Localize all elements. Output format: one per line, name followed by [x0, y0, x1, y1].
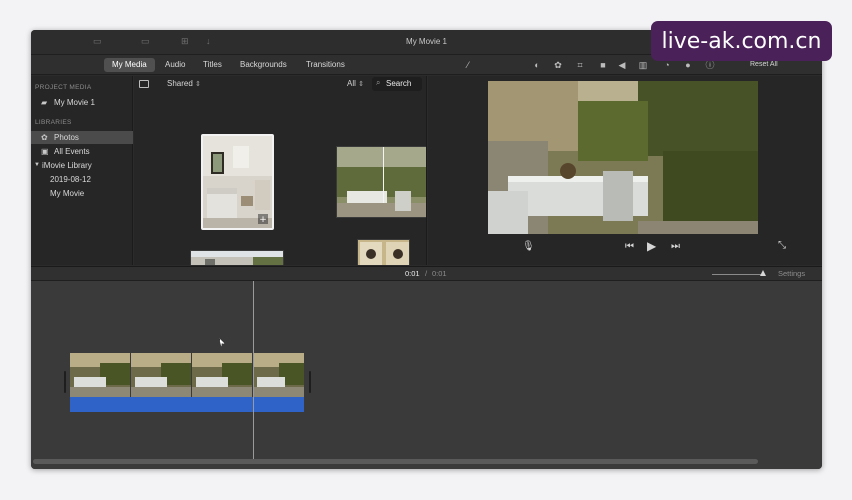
time-separator: / [425, 269, 428, 278]
sidebar-item-imovie-library[interactable]: ▼ iMovie Library [31, 159, 133, 172]
clapper-icon: ▰ [41, 98, 48, 107]
clip-frame [131, 353, 191, 397]
portrait-photo [358, 240, 409, 265]
microphone-icon[interactable]: 🎙︎ [522, 241, 535, 253]
viewer: 🎙︎ ⏮︎ ▶ ⏭︎ ⤡ [428, 76, 822, 265]
watermark-badge: live-ak.com.cn [651, 21, 832, 61]
skip-back-icon[interactable]: ⏮︎ [625, 241, 634, 253]
garden-terrace-frame [488, 81, 758, 234]
settings-button[interactable]: Settings [778, 269, 805, 278]
updown-chevron-icon: ⇕ [358, 81, 364, 88]
magic-wand-icon[interactable]: ⁄ [462, 59, 474, 71]
clip-frame [70, 353, 130, 397]
video-preview [488, 81, 758, 234]
fullscreen-icon[interactable]: ⤡ [778, 240, 786, 252]
tab-backgrounds[interactable]: Backgrounds [232, 58, 295, 72]
sidebar: PROJECT MEDIA ▰ My Movie 1 LIBRARIES ✿ P… [31, 76, 133, 265]
play-icon[interactable]: ▶ [647, 240, 656, 252]
timeline-clip[interactable] [253, 353, 304, 397]
watermark-text: live-ak.com.cn [661, 29, 822, 54]
color-balance-icon[interactable]: ◐ [531, 59, 543, 71]
zoom-slider-track[interactable] [712, 274, 762, 275]
imovie-window: ▭ ▭ ⊞ ↓ My Movie 1 My Media Audio Titles… [31, 30, 822, 469]
sidebar-toggle-icon[interactable] [139, 80, 149, 88]
sidebar-item-all-events[interactable]: ▣ All Events [31, 145, 133, 158]
volume-icon[interactable]: ◀ [616, 59, 628, 71]
scope-dropdown[interactable]: All ⇕ [347, 79, 364, 88]
search-field[interactable]: ⌕ Search [372, 77, 422, 91]
browser-bar: Shared ⇕ All ⇕ ⌕ Search [134, 76, 426, 94]
playhead[interactable] [253, 281, 254, 464]
timeline-clip[interactable] [70, 353, 130, 397]
crop-icon[interactable]: ⌗ [574, 59, 586, 71]
timeline: ♪ [31, 281, 822, 469]
skip-forward-icon[interactable]: ⏭︎ [671, 241, 680, 253]
svg-text:+: + [259, 215, 267, 225]
garden-photo [337, 147, 426, 217]
search-icon: ⌕ [376, 78, 381, 87]
tab-titles[interactable]: Titles [195, 58, 230, 72]
interior-photo: + [203, 136, 272, 228]
updown-chevron-icon: ⇕ [195, 81, 201, 88]
events-icon: ▣ [41, 147, 49, 156]
tab-audio[interactable]: Audio [157, 58, 193, 72]
building-photo [191, 251, 283, 265]
tab-my-media[interactable]: My Media [104, 58, 155, 72]
sidebar-item-photos[interactable]: ✿ Photos [31, 131, 133, 144]
timeline-clip[interactable] [192, 353, 252, 397]
timeline-scrollbar[interactable] [33, 459, 758, 464]
media-thumbnail[interactable] [357, 239, 410, 265]
total-time: 0:01 [432, 269, 447, 278]
media-thumbnail[interactable] [190, 250, 284, 265]
libraries-header: LIBRARIES [35, 119, 72, 126]
media-thumbnail[interactable]: + [201, 134, 274, 230]
media-browser: Shared ⇕ All ⇕ ⌕ Search + [134, 76, 427, 265]
shared-dropdown[interactable]: Shared ⇕ [167, 79, 201, 88]
media-thumbnail[interactable] [336, 146, 426, 218]
sidebar-item-2019-08-12[interactable]: 2019-08-12 [31, 173, 133, 186]
clip-frame [192, 353, 252, 397]
photos-icon: ✿ [41, 133, 48, 142]
timeline-clip[interactable] [131, 353, 191, 397]
tab-transitions[interactable]: Transitions [298, 58, 353, 72]
noise-reduction-icon[interactable]: ▥ [637, 59, 649, 71]
sidebar-item-my-movie-1[interactable]: ▰ My Movie 1 [31, 96, 133, 109]
clip-frame [253, 353, 304, 397]
stabilization-icon[interactable]: ■ [597, 59, 609, 71]
project-media-header: PROJECT MEDIA [35, 84, 92, 91]
audio-track[interactable] [70, 397, 304, 412]
color-correction-icon[interactable]: ✿ [552, 59, 564, 71]
current-time: 0:01 [405, 269, 420, 278]
clip-trim-handle-left[interactable] [64, 371, 66, 393]
clip-trim-handle-right[interactable] [309, 371, 311, 393]
zoom-slider-handle[interactable] [760, 270, 766, 276]
sidebar-item-my-movie[interactable]: My Movie [31, 187, 133, 200]
timeline-bar: 0:01 / 0:01 Settings [31, 266, 822, 281]
